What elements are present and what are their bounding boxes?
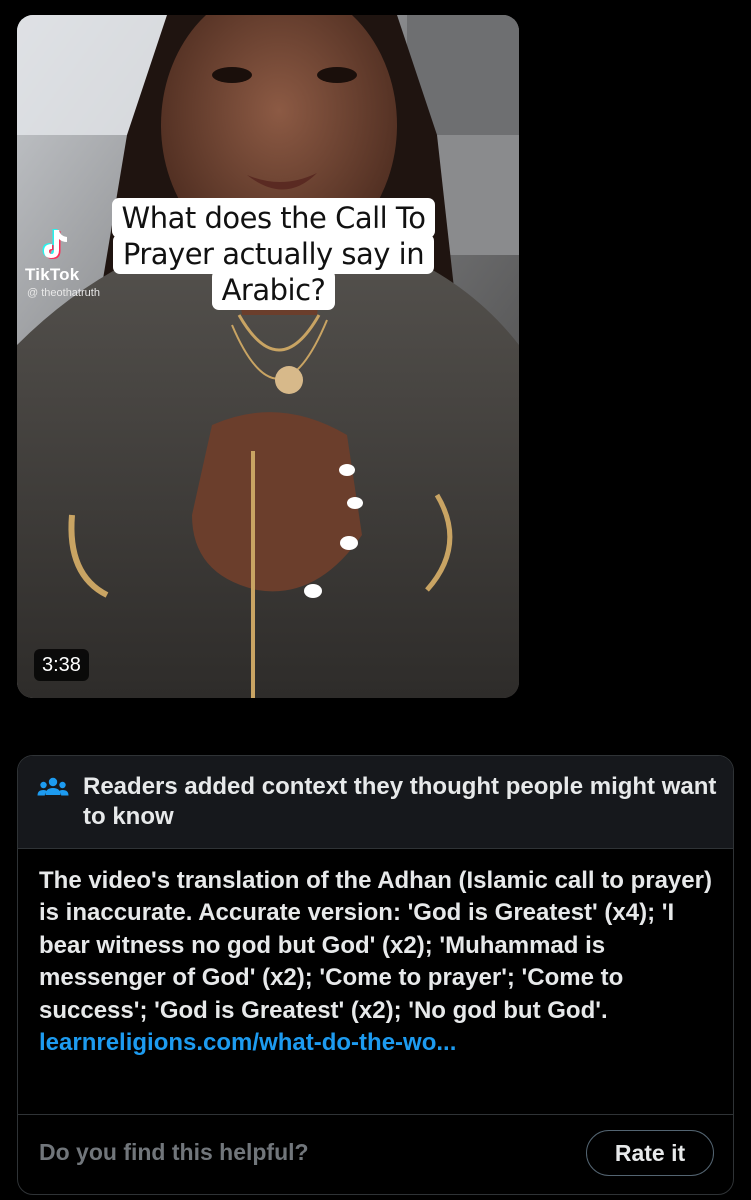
divider [18,1114,733,1115]
tiktok-watermark: TikTok @ theothatruth [25,220,145,310]
rate-it-button[interactable]: Rate it [586,1130,714,1176]
video-player[interactable]: What does the Call To Prayer actually sa… [17,15,519,698]
community-note-body: The video's translation of the Adhan (Is… [39,865,719,1059]
tiktok-logo-icon [42,229,67,259]
community-note-header: Readers added context they thought peopl… [18,756,733,849]
community-note-title: Readers added context they thought peopl… [83,773,717,830]
source-link[interactable]: learnreligions.com/what-do-the-wo... [39,1029,456,1056]
video-duration-badge: 3:38 [34,649,89,681]
video-thumbnail [17,15,519,698]
post-view: What does the Call To Prayer actually sa… [0,0,751,1200]
community-note-text: The video's translation of the Adhan (Is… [39,867,712,1024]
community-note: Readers added context they thought peopl… [17,755,734,1195]
tiktok-brand-text: TikTok [25,265,80,284]
tiktok-handle-text: @ theothatruth [27,287,100,299]
helpful-question: Do you find this helpful? [39,1139,309,1165]
people-icon [37,777,69,796]
